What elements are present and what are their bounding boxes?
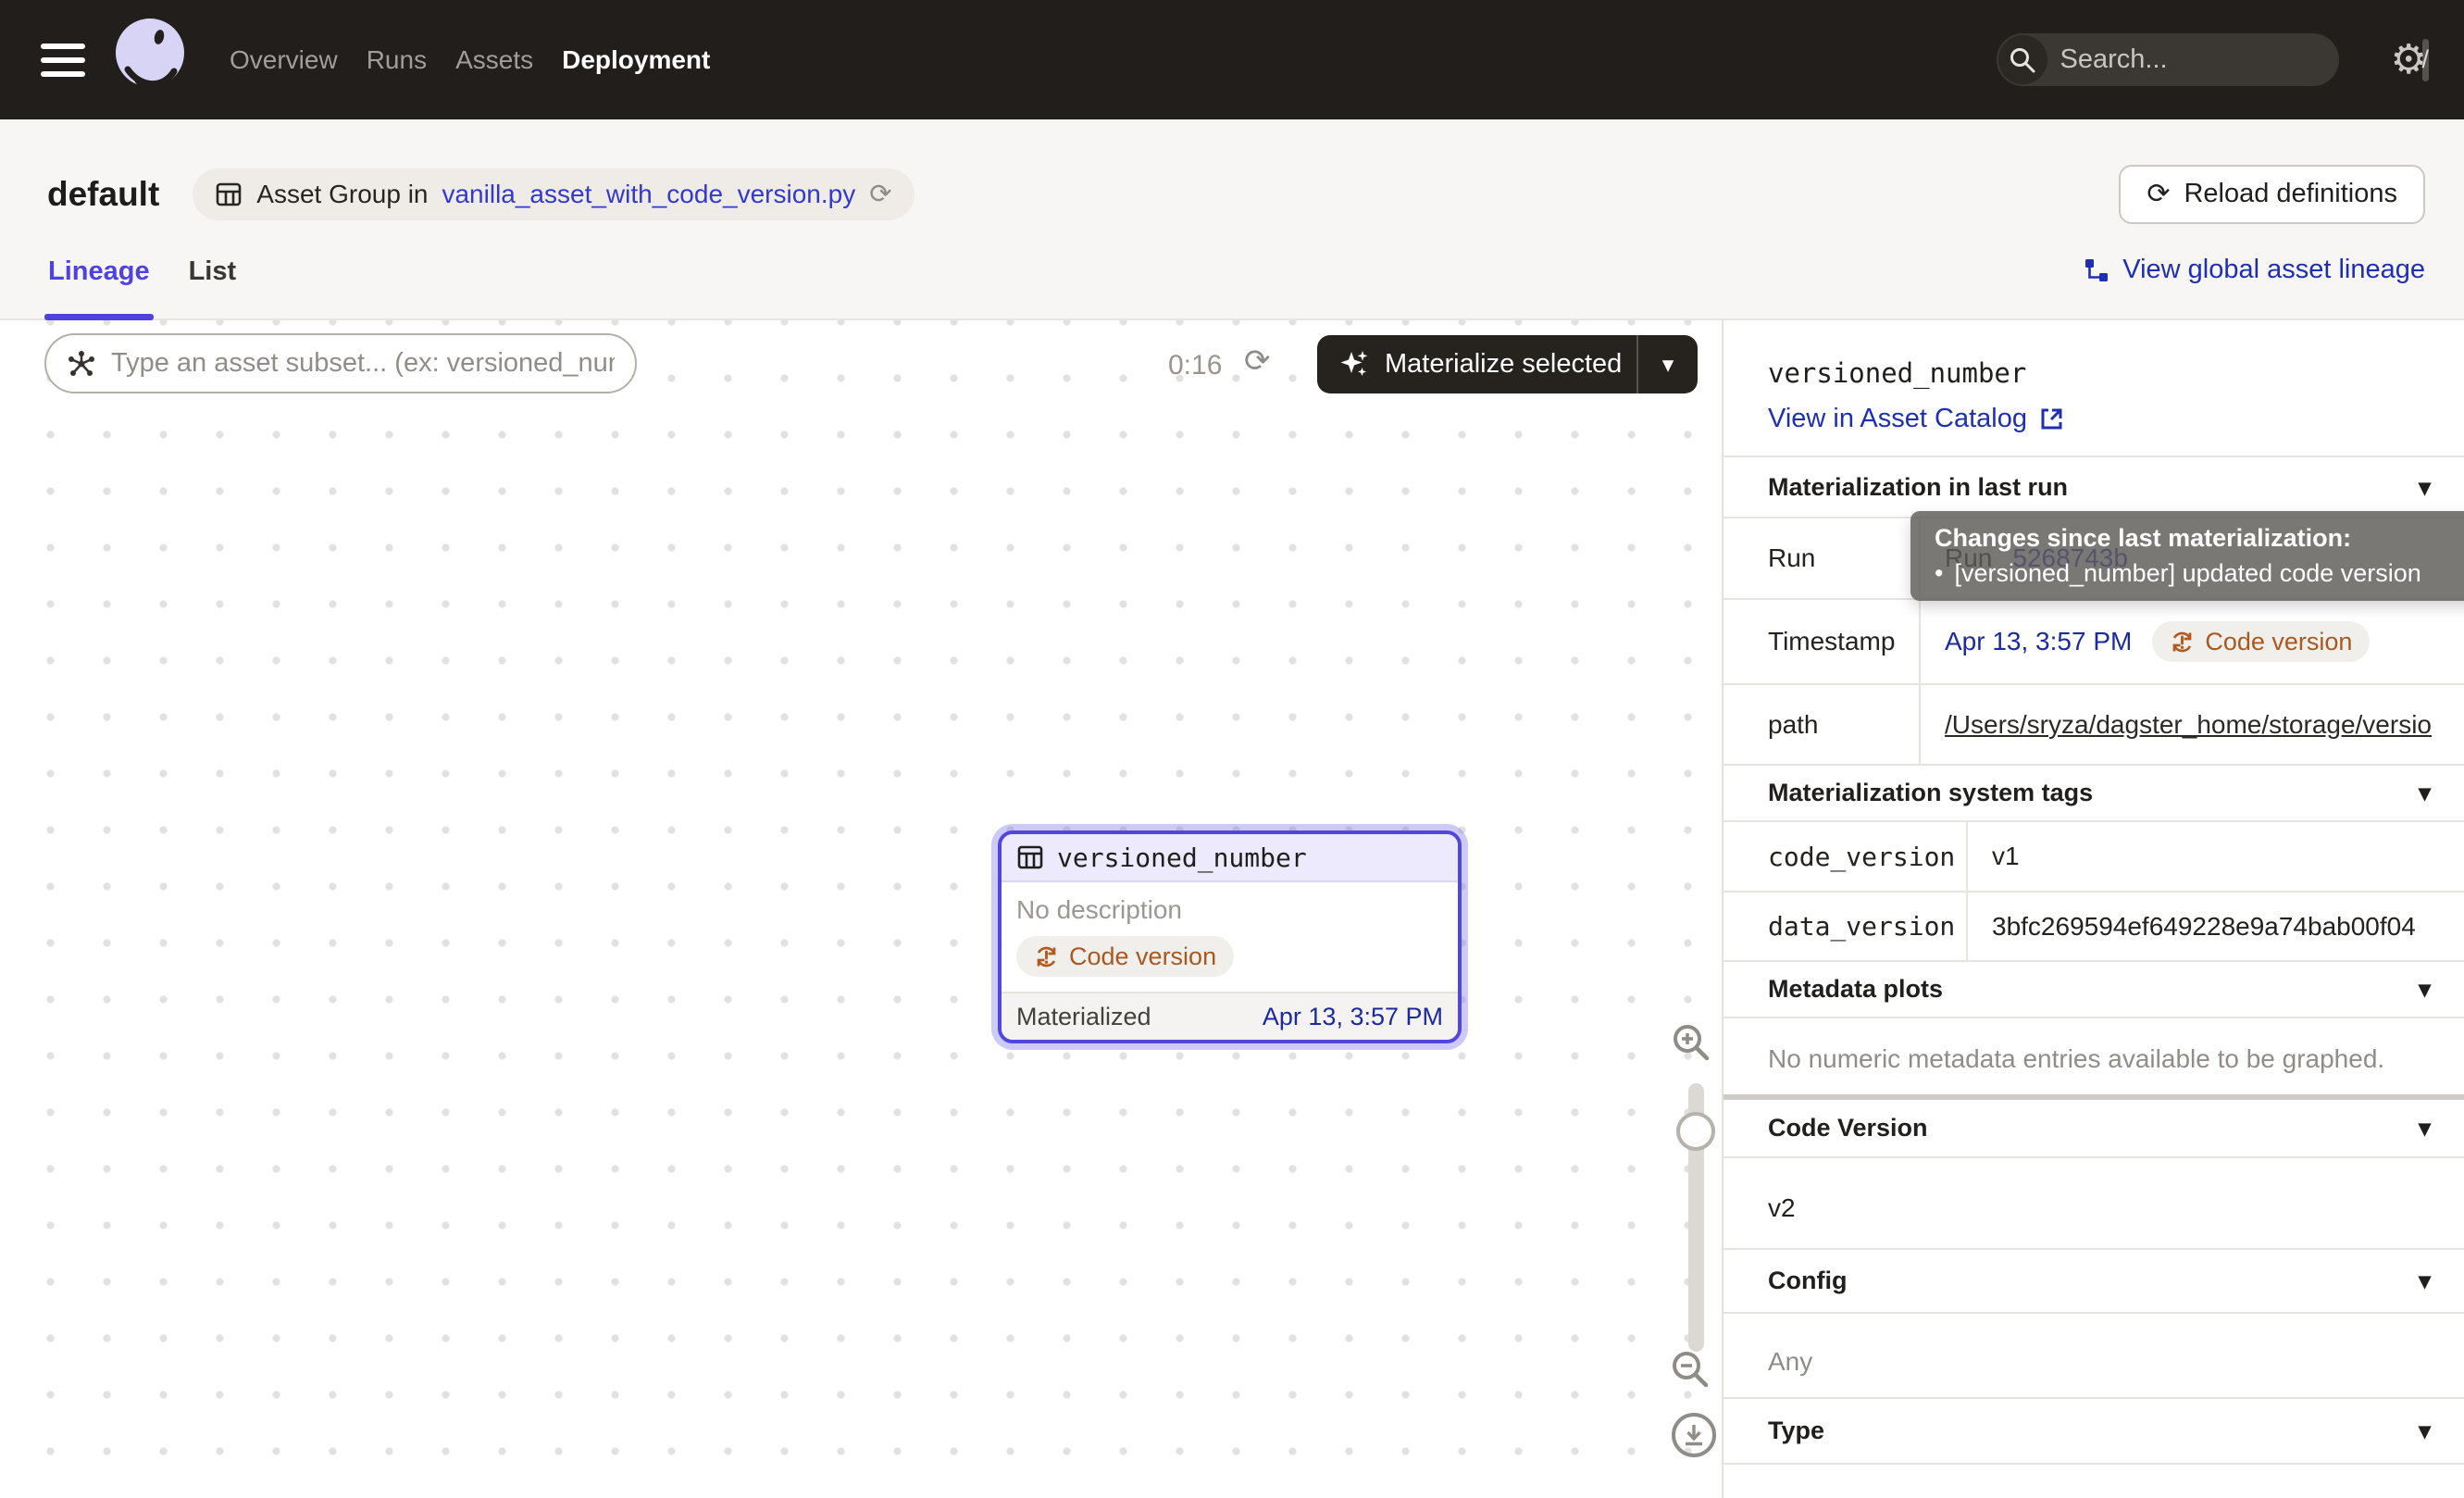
section-config[interactable]: Config ▾	[1724, 1250, 2464, 1314]
collapse-caret-icon[interactable]: ▾	[2419, 1417, 2431, 1445]
config-value-block: Any	[1724, 1314, 2464, 1399]
asset-graph-filter-icon	[67, 349, 96, 379]
code-version-badge-label: Code version	[1069, 942, 1216, 971]
asset-subset-input[interactable]	[111, 348, 615, 379]
row-path: path /Users/sryza/dagster_home/storage/v…	[1724, 685, 2464, 766]
section-system-tags[interactable]: Materialization system tags ▾	[1724, 766, 2464, 822]
asset-node-header: versioned_number	[1002, 834, 1458, 882]
asset-node-name: versioned_number	[1057, 843, 1307, 873]
search-icon	[1998, 35, 2047, 84]
run-label: Run	[1724, 518, 1921, 598]
lineage-graph-icon	[2084, 257, 2109, 283]
asset-node-versioned-number[interactable]: versioned_number No description Code ver…	[998, 830, 1462, 1043]
breadcrumb-prefix: Asset Group in	[256, 180, 428, 209]
view-global-asset-lineage-link[interactable]: View global asset lineage	[2084, 255, 2425, 318]
sparkle-icon	[1339, 349, 1371, 381]
code-version-changed-icon	[1034, 944, 1059, 969]
nav-item-runs[interactable]: Runs	[367, 45, 427, 75]
changes-tooltip: Changes since last materialization: • [v…	[1910, 511, 2464, 601]
path-label: path	[1724, 685, 1921, 764]
tooltip-bullet: •	[1935, 559, 1943, 588]
code-version-badge-label: Code version	[2205, 628, 2352, 656]
nav-items: Overview Runs Assets Deployment	[230, 45, 710, 75]
nav-item-deployment[interactable]: Deployment	[562, 45, 710, 75]
view-in-asset-catalog-link[interactable]: View in Asset Catalog	[1768, 404, 2064, 434]
search-input[interactable]	[2047, 44, 2422, 75]
refresh-timer: 0:16	[1168, 350, 1222, 381]
menu-icon[interactable]	[41, 44, 85, 77]
asset-node-description: No description	[1016, 895, 1443, 925]
data-version-value: 3bfc269594ef649228e9a74bab00f04	[1992, 912, 2416, 942]
row-code-version-tag: code_version v1	[1724, 822, 2464, 893]
breadcrumb-refresh-icon[interactable]: ⟳	[869, 178, 891, 210]
section-type[interactable]: Type ▾	[1724, 1399, 2464, 1465]
section-materialization-last-run[interactable]: Materialization in last run ▾	[1724, 457, 2464, 518]
collapse-caret-icon[interactable]: ▾	[2419, 779, 2431, 807]
section-metadata-plots[interactable]: Metadata plots ▾	[1724, 962, 2464, 1018]
nav-item-assets[interactable]: Assets	[455, 45, 533, 75]
tabs-row: Lineage List View global asset lineage	[0, 235, 2464, 320]
materialized-time-link[interactable]: Apr 13, 3:57 PM	[1263, 1003, 1443, 1031]
panel-asset-name: versioned_number	[1768, 357, 2431, 389]
breadcrumb-file-link[interactable]: vanilla_asset_with_code_version.py	[442, 180, 855, 209]
tab-lineage[interactable]: Lineage	[44, 256, 154, 318]
download-graph-button[interactable]	[1672, 1413, 1716, 1457]
settings-gear-icon[interactable]: ⚙	[2391, 40, 2427, 81]
materialize-selected-button[interactable]: Materialize selected ▾	[1317, 335, 1698, 393]
metadata-plots-empty: No numeric metadata entries available to…	[1724, 1018, 2464, 1094]
materialize-label: Materialize selected	[1385, 349, 1622, 380]
graph-refresh-icon[interactable]: ⟳	[1244, 343, 1271, 380]
asset-details-panel: versioned_number View in Asset Catalog M…	[1724, 320, 2464, 1498]
zoom-in-button[interactable]	[1670, 1021, 1712, 1064]
asset-node-footer: Materialized Apr 13, 3:57 PM	[1002, 992, 1458, 1040]
nav-item-overview[interactable]: Overview	[230, 45, 338, 75]
code-version-value: v1	[1992, 842, 2020, 871]
materialized-status-label: Materialized	[1016, 1003, 1151, 1031]
code-version-changed-icon	[2170, 630, 2195, 655]
collapse-caret-icon[interactable]: ▾	[2419, 1114, 2431, 1142]
code-version-badge[interactable]: Code version	[1016, 936, 1234, 977]
dagster-logo-icon[interactable]	[113, 18, 187, 103]
asset-subset-filter[interactable]	[44, 333, 637, 393]
collapse-caret-icon[interactable]: ▾	[2419, 1267, 2431, 1295]
asset-group-icon	[215, 181, 243, 208]
collapse-caret-icon[interactable]: ▾	[2419, 473, 2431, 502]
config-schema-value: Any	[1768, 1347, 1812, 1376]
code-version-current: v2	[1768, 1193, 1796, 1222]
code-version-badge[interactable]: Code version	[2152, 621, 2370, 662]
zoom-slider-thumb[interactable]	[1676, 1112, 1715, 1151]
row-data-version-tag: data_version 3bfc269594ef649228e9a74bab0…	[1724, 893, 2464, 962]
caret-down-icon: ▾	[1662, 351, 1674, 379]
code-version-key: code_version	[1724, 822, 1968, 891]
data-version-key: data_version	[1724, 893, 1968, 960]
external-link-icon	[2039, 406, 2064, 431]
tooltip-title: Changes since last materialization:	[1935, 524, 2464, 553]
top-nav: Overview Runs Assets Deployment / ⚙	[0, 0, 2464, 119]
asset-node-body: No description Code version	[1002, 882, 1458, 992]
page-title: default	[47, 175, 159, 214]
breadcrumb: Asset Group in vanilla_asset_with_code_v…	[193, 169, 914, 220]
global-search[interactable]: /	[1997, 33, 2339, 86]
zoom-out-button[interactable]	[1669, 1348, 1711, 1391]
path-value-link[interactable]: /Users/sryza/dagster_home/storage/versio	[1945, 710, 2432, 740]
panel-title-block: versioned_number View in Asset Catalog	[1724, 320, 2464, 457]
timestamp-value-link[interactable]: Apr 13, 3:57 PM	[1945, 627, 2132, 656]
tab-list[interactable]: List	[185, 256, 241, 318]
tooltip-item: [versioned_number] updated code version	[1954, 559, 2420, 588]
row-timestamp: Timestamp Apr 13, 3:57 PM Code version	[1724, 600, 2464, 685]
dagster-app: Overview Runs Assets Deployment / ⚙ defa…	[0, 0, 2464, 1498]
code-version-value-block: v2	[1724, 1158, 2464, 1250]
materialize-dropdown-button[interactable]: ▾	[1638, 335, 1698, 393]
section-code-version[interactable]: Code Version ▾	[1724, 1100, 2464, 1158]
collapse-caret-icon[interactable]: ▾	[2419, 975, 2431, 1004]
page-header: default Asset Group in vanilla_asset_wit…	[0, 119, 2464, 320]
table-asset-icon	[1016, 843, 1044, 871]
asset-graph-canvas[interactable]: 0:16 ⟳ Materialize selected ▾	[0, 320, 1724, 1498]
timestamp-label: Timestamp	[1724, 600, 1921, 683]
refresh-icon: ⟳	[2147, 178, 2170, 210]
reload-definitions-button[interactable]: ⟳ Reload definitions	[2119, 165, 2425, 224]
